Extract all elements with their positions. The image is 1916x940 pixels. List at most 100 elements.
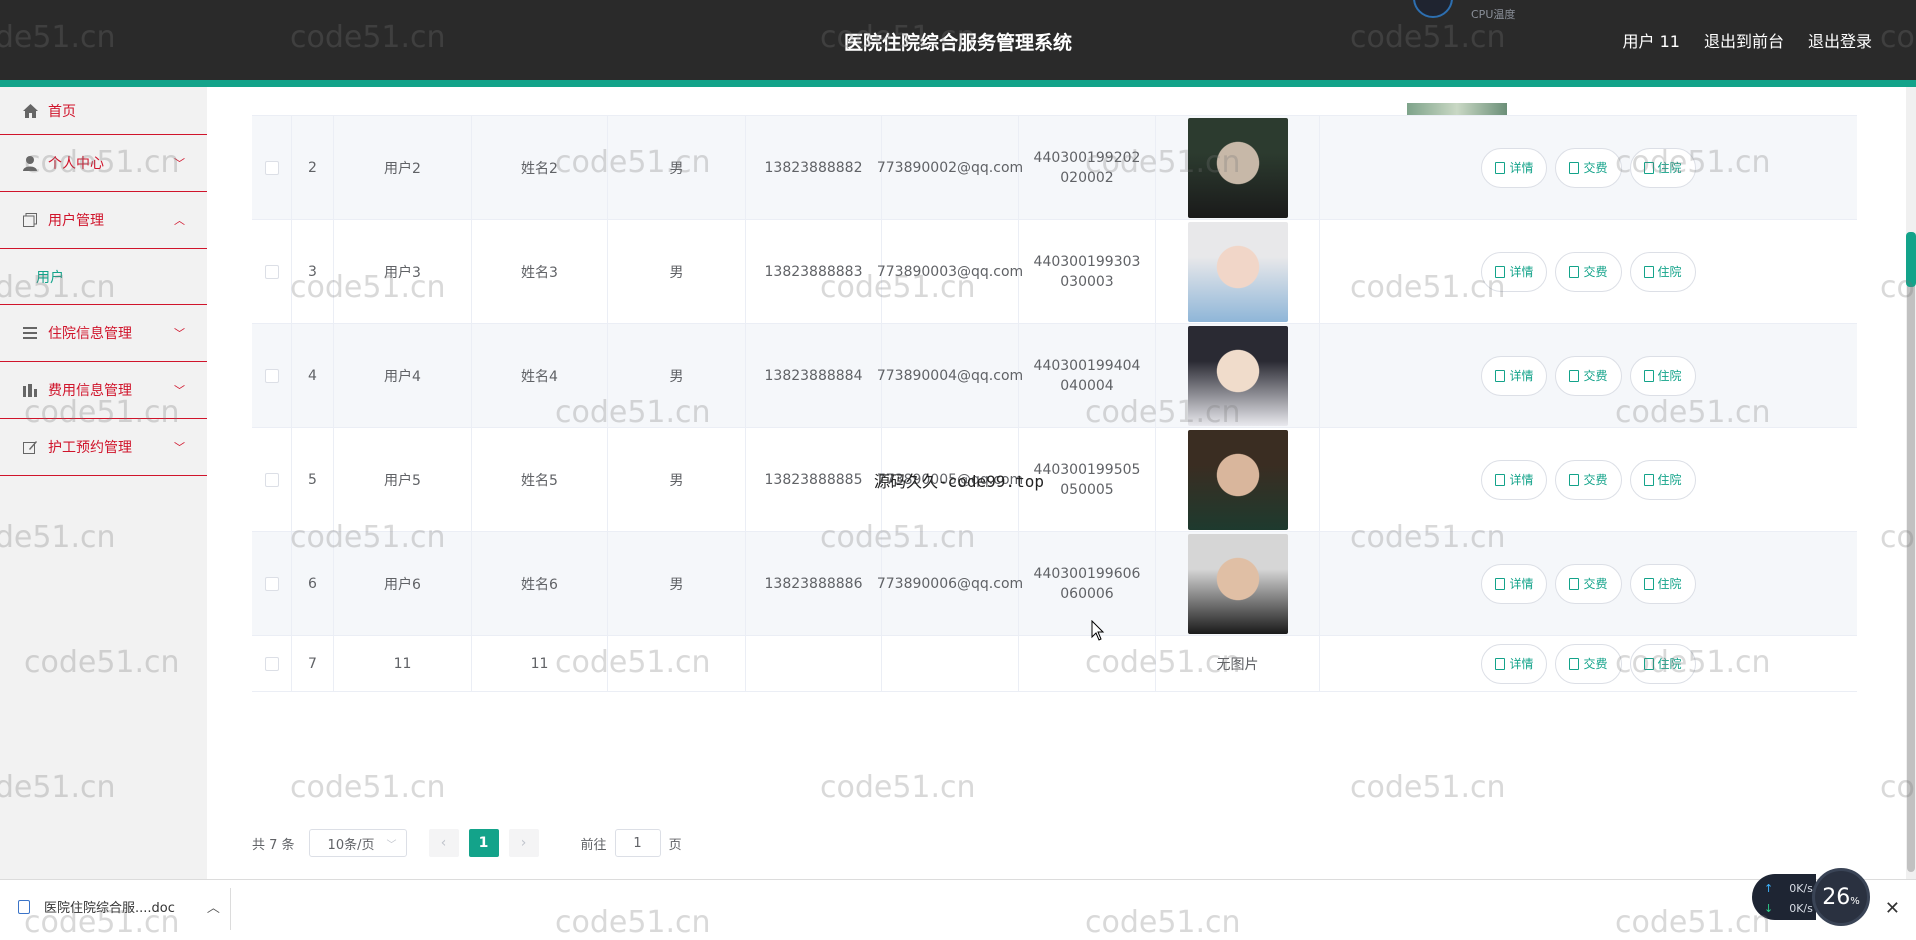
idcard-text: 440300199202020002: [1033, 149, 1141, 186]
page-goto: 前往 页: [581, 829, 682, 857]
logout-link[interactable]: 退出登录: [1808, 28, 1872, 52]
row-actions: 详情 交费 住院: [1481, 355, 1696, 396]
scrollbar-thumb[interactable]: [1907, 232, 1915, 872]
chevron-down-icon: ﹀: [174, 384, 185, 397]
document-icon: [1569, 473, 1580, 486]
document-icon: [1643, 577, 1654, 590]
gender-text: 男: [669, 472, 684, 489]
row-checkbox-cell: [252, 428, 292, 531]
document-icon: [1643, 161, 1654, 174]
edit-icon: [22, 439, 38, 455]
row-checkbox[interactable]: [264, 656, 279, 671]
name-text: 姓名3: [521, 264, 558, 281]
document-icon: [1643, 473, 1654, 486]
detail-button[interactable]: 详情: [1481, 147, 1548, 188]
main-content: 2 用户2 姓名2 男 13823888882 773890002@qq.com 44030…: [207, 87, 1897, 879]
sidebar-item-caregiver-booking[interactable]: 护工预约管理 ﹀: [0, 419, 207, 476]
document-icon: [1643, 369, 1654, 382]
page-number-button[interactable]: 1: [468, 829, 499, 857]
photo-cell: 无图片: [1156, 636, 1320, 691]
sidebar-item-hospitalization[interactable]: 住院信息管理 ﹀: [0, 305, 207, 362]
page-size-select[interactable]: 10条/页 ﹀: [308, 829, 407, 857]
download-item[interactable]: 医院住院综合服....doc ︿: [18, 897, 220, 916]
idcard-cell: 440300199404040004: [1019, 324, 1156, 427]
admit-button[interactable]: 住院: [1629, 355, 1696, 396]
detail-button[interactable]: 详情: [1481, 251, 1548, 292]
prev-page-button[interactable]: ‹: [428, 829, 459, 857]
table-row: 3 用户3 姓名3 男 13823888883 773890003@qq.com 44030…: [252, 220, 1857, 324]
photo-cell: [1156, 220, 1320, 323]
page-scrollbar[interactable]: [1906, 87, 1916, 879]
sidebar: 首页 个人中心 ﹀ 用户管理 ︿ 用户 住院信息管理 ﹀ 费用信息管理 ﹀ 护工…: [0, 87, 207, 879]
index-cell: 4: [292, 324, 334, 427]
pay-button[interactable]: 交费: [1555, 147, 1622, 188]
action-label: 详情: [1509, 265, 1534, 279]
name-text: 姓名4: [521, 368, 558, 385]
index-text: 4: [308, 367, 317, 384]
gender-text: 男: [669, 368, 684, 385]
row-checkbox-cell: [252, 220, 292, 323]
detail-button[interactable]: 详情: [1481, 355, 1548, 396]
detail-button[interactable]: 详情: [1481, 459, 1548, 500]
user-photo: [1187, 117, 1288, 218]
row-actions: 详情 交费 住院: [1481, 459, 1696, 500]
email-text: 773890002@qq.com: [876, 159, 1024, 176]
pay-button[interactable]: 交费: [1555, 643, 1622, 684]
gender-cell: 男: [608, 116, 746, 219]
sidebar-item-fees[interactable]: 费用信息管理 ﹀: [0, 362, 207, 419]
detail-button[interactable]: 详情: [1481, 563, 1548, 604]
admit-button[interactable]: 住院: [1629, 563, 1696, 604]
table-row-partial: [252, 87, 1857, 116]
row-checkbox[interactable]: [264, 264, 279, 279]
next-page-button[interactable]: ›: [508, 829, 539, 857]
sidebar-item-label: 住院信息管理: [48, 326, 132, 342]
top-header: CPU温度 医院住院综合服务管理系统 用户 11 退出到前台 退出登录: [0, 0, 1916, 80]
sidebar-item-personal-center[interactable]: 个人中心 ﹀: [0, 135, 207, 192]
document-icon: [1495, 473, 1506, 486]
sidebar-item-home[interactable]: 首页: [0, 87, 207, 135]
gender-cell: 男: [608, 428, 746, 531]
admit-button[interactable]: 住院: [1629, 147, 1696, 188]
chevron-up-icon: ︿: [174, 214, 185, 227]
table-row: 4 用户4 姓名4 男 13823888884 773890004@qq.com 44030…: [252, 324, 1857, 428]
user-photo: [1187, 533, 1288, 634]
row-checkbox[interactable]: [264, 368, 279, 383]
username-cell: 用户5: [334, 428, 472, 531]
document-icon: [1569, 657, 1580, 670]
gender-text: 男: [669, 160, 684, 177]
chart-icon: [22, 382, 38, 398]
close-icon[interactable]: ✕: [1885, 898, 1900, 919]
photo-cell: [1156, 428, 1320, 531]
no-photo-text: 无图片: [1216, 656, 1259, 673]
phone-cell: 13823888886: [746, 532, 882, 635]
row-checkbox[interactable]: [264, 472, 279, 487]
sidebar-item-label: 首页: [48, 103, 76, 120]
row-checkbox[interactable]: [264, 576, 279, 591]
download-file-name: 医院住院综合服....doc: [44, 901, 175, 916]
row-checkbox[interactable]: [264, 160, 279, 175]
index-text: 3: [308, 263, 317, 280]
sidebar-item-user-management[interactable]: 用户管理 ︿: [0, 192, 207, 249]
row-actions: 详情 交费 住院: [1481, 147, 1696, 188]
page-size-value: 10条/页: [327, 837, 375, 853]
name-text: 姓名6: [521, 576, 558, 593]
photo-cell: [1156, 532, 1320, 635]
gender-text: 男: [669, 264, 684, 281]
admit-button[interactable]: 住院: [1629, 251, 1696, 292]
current-user-link[interactable]: 用户 11: [1623, 28, 1680, 52]
chevron-up-icon[interactable]: ︿: [207, 897, 220, 916]
admit-button[interactable]: 住院: [1629, 459, 1696, 500]
sidebar-item-label: 用户管理: [48, 213, 104, 229]
pay-button[interactable]: 交费: [1555, 459, 1622, 500]
pay-button[interactable]: 交费: [1555, 355, 1622, 396]
pay-button[interactable]: 交费: [1555, 251, 1622, 292]
admit-button[interactable]: 住院: [1629, 643, 1696, 684]
goto-page-input[interactable]: [614, 829, 661, 857]
email-cell: 773890004@qq.com: [877, 324, 1023, 427]
sidebar-subitem-users[interactable]: 用户: [0, 249, 207, 305]
detail-button[interactable]: 详情: [1481, 643, 1548, 684]
table-row: 5 用户5 姓名5 男 13823888885 773890005@qq.com 44030…: [252, 428, 1857, 532]
back-to-frontend-link[interactable]: 退出到前台: [1704, 28, 1784, 52]
pay-button[interactable]: 交费: [1555, 563, 1622, 604]
username-text: 用户5: [384, 472, 421, 489]
